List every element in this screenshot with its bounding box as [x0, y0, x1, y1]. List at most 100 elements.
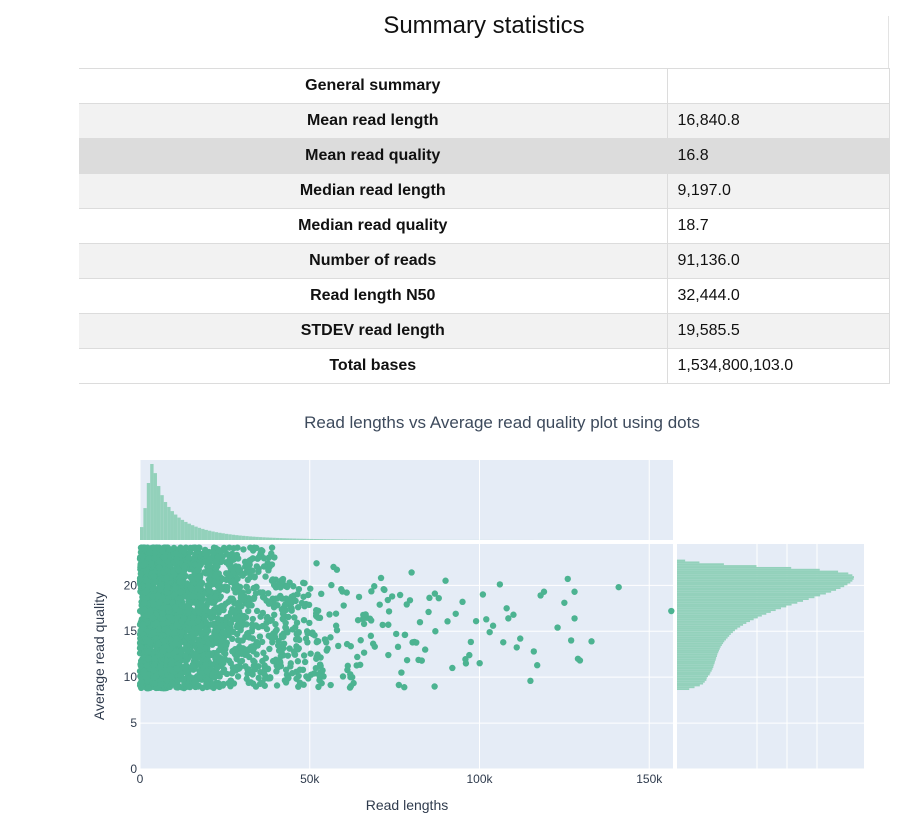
data-point	[381, 586, 388, 594]
data-point	[288, 607, 295, 614]
data-point	[231, 646, 239, 653]
data-point	[385, 608, 393, 615]
y-histogram-bar	[677, 655, 717, 657]
data-point	[219, 629, 227, 636]
data-point	[139, 552, 146, 560]
data-point	[327, 681, 334, 689]
data-point	[385, 651, 392, 659]
data-point	[235, 623, 243, 630]
x-histogram-bar	[207, 530, 212, 540]
y-histogram-bar	[677, 559, 686, 562]
data-point	[354, 653, 361, 661]
x-histogram-bar	[228, 534, 232, 540]
data-point	[161, 553, 169, 560]
data-point	[137, 570, 145, 577]
x-histogram-bar	[241, 535, 246, 540]
data-point	[176, 577, 184, 585]
data-point	[245, 629, 252, 637]
data-point	[173, 654, 181, 661]
x-histogram-bar	[156, 486, 161, 540]
x-histogram-bar	[255, 536, 259, 540]
y-histogram-bar	[677, 675, 708, 678]
x-histogram-bar	[313, 539, 317, 540]
data-point	[476, 659, 483, 667]
x-histogram-bar	[316, 539, 320, 540]
data-point	[335, 642, 342, 650]
data-point	[500, 639, 507, 646]
y-histogram-bar	[677, 662, 715, 665]
data-point	[214, 682, 221, 689]
y-histogram-bar	[677, 640, 725, 643]
data-point	[229, 628, 237, 636]
x-histogram-bar	[319, 539, 324, 540]
y-histogram-bar	[677, 673, 710, 676]
y-histogram-bar	[677, 645, 721, 648]
data-point	[147, 607, 154, 614]
data-point	[333, 626, 341, 634]
data-point	[360, 620, 368, 628]
data-point	[234, 636, 242, 644]
plot-layers	[136, 460, 864, 770]
x-histogram-bar	[214, 532, 219, 540]
data-point	[186, 683, 194, 691]
y-histogram-bar	[677, 660, 715, 663]
data-point	[217, 642, 224, 650]
y-histogram-bar	[677, 612, 767, 615]
y-histogram-bar	[677, 566, 792, 569]
data-point	[201, 614, 208, 622]
data-point	[367, 617, 375, 624]
data-point	[266, 645, 273, 653]
data-point	[395, 681, 403, 689]
data-point	[245, 679, 252, 687]
data-point	[194, 566, 201, 574]
data-point	[339, 673, 347, 680]
data-point	[206, 562, 213, 569]
data-point	[180, 548, 188, 555]
x-tick-label: 50k	[300, 772, 320, 786]
data-point	[212, 593, 219, 601]
data-point	[213, 562, 220, 570]
data-point	[282, 679, 290, 686]
data-point	[249, 555, 257, 562]
data-point	[150, 666, 157, 674]
data-point	[266, 675, 274, 682]
x-histogram-bar	[197, 527, 202, 540]
data-point	[226, 572, 233, 580]
y-histogram-bar	[677, 620, 751, 623]
data-point	[355, 593, 363, 601]
data-point	[574, 655, 582, 662]
x-histogram-bar	[282, 538, 286, 540]
data-point	[416, 618, 424, 626]
data-point	[167, 673, 175, 680]
data-point	[145, 655, 152, 662]
data-point	[459, 598, 466, 606]
data-point	[154, 592, 162, 599]
data-point	[150, 674, 157, 681]
x-histogram-bar	[190, 525, 195, 540]
y-histogram-bar	[677, 684, 700, 687]
data-point	[214, 604, 222, 612]
data-point	[249, 615, 257, 623]
data-point	[159, 547, 166, 555]
y-histogram-bar	[677, 634, 730, 637]
y-histogram-bar	[677, 671, 711, 674]
data-point	[237, 644, 244, 652]
data-point	[615, 583, 622, 591]
data-point	[260, 555, 268, 562]
x-histogram-bar	[347, 539, 351, 540]
data-point	[289, 626, 296, 633]
data-point	[467, 638, 475, 646]
data-point	[517, 635, 524, 642]
data-point	[153, 619, 160, 627]
data-point	[385, 621, 392, 628]
data-point	[527, 677, 534, 685]
data-point	[303, 628, 311, 635]
data-point	[244, 601, 252, 609]
data-point	[196, 544, 203, 551]
y-histogram-bar	[677, 574, 853, 577]
data-point	[194, 683, 202, 690]
x-histogram-bar	[302, 538, 307, 540]
data-point	[205, 576, 213, 583]
data-point	[196, 573, 203, 580]
data-point	[209, 549, 217, 556]
